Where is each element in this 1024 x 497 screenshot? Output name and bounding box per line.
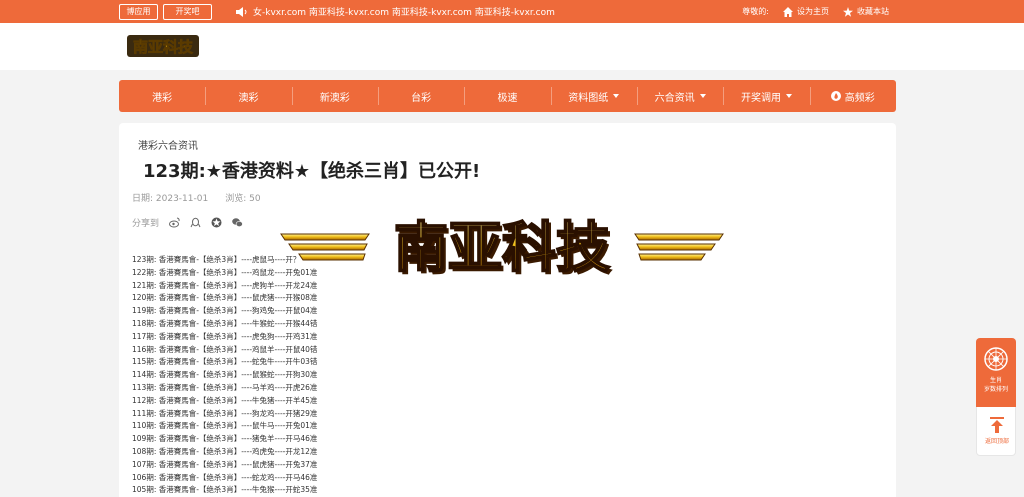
nav-item-label: 开奖调用: [740, 92, 781, 104]
list-item: 113期: 香港賽馬會-【绝杀3肖】----马羊鸡----开虎26准: [132, 382, 318, 392]
nav-item-0[interactable]: 港彩: [119, 80, 205, 112]
arrow-up-icon[interactable]: [990, 417, 1004, 433]
share-bar: 分享到: [132, 216, 243, 229]
list-item: 110期: 香港賽馬會-【绝杀3肖】----鼠牛马----开兔01准: [132, 421, 318, 431]
nav-item-7[interactable]: 开奖调用: [723, 80, 809, 112]
weibo-icon[interactable]: [169, 217, 180, 228]
list-item: 120期: 香港賽馬會-【绝杀3肖】----鼠虎猪----开猴08准: [132, 293, 318, 303]
logo-text: 南亚科技: [133, 38, 194, 56]
nav-item-label: 极速: [497, 92, 518, 104]
list-item: 107期: 香港賽馬會-【绝杀3肖】----鼠虎猪----开兔37准: [132, 459, 318, 469]
article-card: 港彩六合资讯 123期:★香港资料★【绝杀三肖】已公开! 日期: 2023-11…: [119, 123, 896, 497]
nav-item-4[interactable]: 极速: [464, 80, 550, 112]
top-bar: 博应用 开奖吧 女-kvxr.com 南亚科技-kvxr.com 南亚科技-kv…: [0, 0, 1024, 23]
nav-item-6[interactable]: 六合资讯: [636, 80, 723, 112]
nav-item-8[interactable]: 高频彩: [809, 80, 896, 112]
list-item: 109期: 香港賽馬會-【绝杀3肖】----猪兔羊----开马46准: [132, 434, 318, 444]
wechat-icon[interactable]: [232, 217, 243, 228]
nav-item-label: 六合资讯: [654, 92, 695, 104]
app-button[interactable]: 博应用: [119, 4, 158, 20]
list-item: 115期: 香港賽馬會-【绝杀3肖】----蛇兔牛----开牛03错: [132, 357, 318, 367]
prediction-list: 123期: 香港賽馬會-【绝杀3肖】----虎鼠马----开？ 122期: 香港賽…: [132, 254, 317, 497]
qzone-icon[interactable]: [211, 217, 222, 228]
kaijiang-button[interactable]: 开奖吧: [163, 4, 212, 20]
fire-icon: [830, 91, 841, 101]
top-links: 尊敬的: 设为主页 收藏本站: [742, 0, 889, 23]
nav-item-label: 高频彩: [844, 92, 875, 104]
floating-panel: 生肖 岁数排列 返回顶部: [976, 338, 1016, 456]
caret-down-icon: [785, 94, 792, 98]
nav-item-2[interactable]: 新澳彩: [291, 80, 378, 112]
bookmark-label: 收藏本站: [857, 7, 889, 16]
list-item: 105期: 香港賽馬會-【绝杀3肖】----牛兔猴----开蛇35准: [132, 485, 318, 495]
list-item: 118期: 香港賽馬會-【绝杀3肖】----牛猴蛇----开猴44错: [132, 318, 318, 328]
speaker-icon: [236, 6, 247, 17]
zodiac-label-line2: 岁数排列: [983, 386, 1008, 393]
greeting-text: 尊敬的:: [742, 7, 769, 16]
nav-item-3[interactable]: 台彩: [377, 80, 464, 112]
banner-text: 南亚科技: [394, 216, 610, 279]
right-wing-icon: [634, 233, 724, 261]
zodiac-age-button[interactable]: 生肖 岁数排列: [976, 338, 1016, 407]
caret-down-icon: [613, 94, 620, 98]
share-label: 分享到: [132, 219, 160, 229]
nav-item-5[interactable]: 资料图纸: [550, 80, 637, 112]
article-views: 浏览: 50: [225, 194, 261, 204]
list-item: 111期: 香港賽馬會-【绝杀3肖】----狗龙鸡----开猪29准: [132, 408, 318, 418]
breadcrumb[interactable]: 港彩六合资讯: [138, 137, 198, 152]
brand-banner: 南亚科技 南亚科技: [280, 215, 724, 282]
article-meta: 日期: 2023-11-01 浏览: 50: [132, 191, 261, 204]
article-date: 日期: 2023-11-01: [132, 194, 209, 204]
bookmark-link[interactable]: 收藏本站: [843, 6, 889, 17]
nav-item-1[interactable]: 澳彩: [205, 80, 291, 112]
list-item: 117期: 香港賽馬會-【绝杀3肖】----虎兔狗----开鸡31准: [132, 331, 318, 341]
qq-icon[interactable]: [190, 217, 201, 228]
page-title: 123期:★香港资料★【绝杀三肖】已公开!: [143, 161, 481, 182]
list-item: 119期: 香港賽馬會-【绝杀3肖】----狗鸡兔----开鼠04准: [132, 306, 318, 316]
list-item: 114期: 香港賽馬會-【绝杀3肖】----鼠猴蛇----开狗30准: [132, 370, 318, 380]
caret-down-icon: [699, 94, 706, 98]
home-icon: [783, 6, 793, 17]
list-item: 108期: 香港賽馬會-【绝杀3肖】----鸡虎兔----开龙12准: [132, 446, 318, 456]
nav-item-label: 台彩: [411, 92, 432, 104]
list-item: 116期: 香港賽馬會-【绝杀3肖】----鸡鼠羊----开鼠40错: [132, 344, 318, 354]
set-home-label: 设为主页: [797, 7, 829, 16]
back-to-top-button[interactable]: 返回顶部: [977, 436, 1017, 445]
site-logo[interactable]: 南亚科技: [126, 32, 200, 60]
nav-item-label: 资料图纸: [568, 92, 609, 104]
list-item: 112期: 香港賽馬會-【绝杀3肖】----牛兔猪----开羊45准: [132, 395, 318, 405]
notice-text: 女-kvxr.com 南亚科技-kvxr.com 南亚科技-kvxr.com 南…: [253, 8, 555, 18]
set-home-link[interactable]: 设为主页: [783, 6, 829, 17]
nav-item-label: 新澳彩: [319, 92, 350, 104]
main-nav: 港彩 澳彩 新澳彩 台彩 极速 资料图纸 六合资讯 开奖调用 高频彩: [119, 80, 896, 112]
notice-marquee: 女-kvxr.com 南亚科技-kvxr.com 南亚科技-kvxr.com 南…: [236, 0, 555, 23]
zodiac-wheel-icon: [984, 347, 1008, 371]
zodiac-label-line1: 生肖: [989, 377, 1002, 384]
list-item: 106期: 香港賽馬會-【绝杀3肖】----蛇龙鸡----开马46准: [132, 472, 318, 482]
star-icon: [843, 6, 853, 17]
site-header: 南亚科技: [0, 23, 1024, 70]
nav-item-label: 港彩: [152, 92, 173, 104]
nav-item-label: 澳彩: [238, 92, 259, 104]
left-wing-icon: [280, 233, 370, 261]
